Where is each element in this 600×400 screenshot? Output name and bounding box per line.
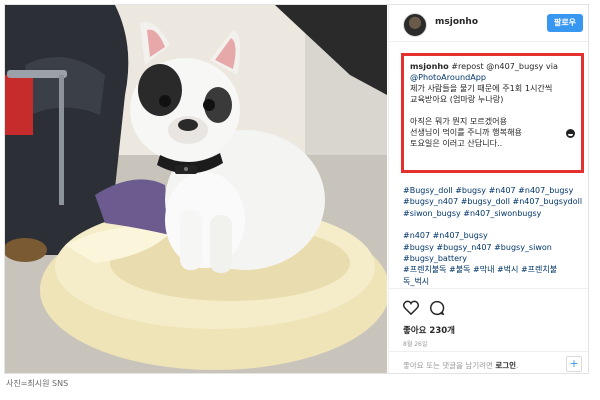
more-options-icon[interactable]: + xyxy=(566,356,582,372)
post-side-panel: msjonho 팔로우 msjonho #repost @n407_bugsy … xyxy=(388,5,588,373)
comment-prompt: 좋아요 또는 댓글을 남기려면 로그인. xyxy=(403,361,519,370)
hashtag-line[interactable]: #프렌치불독 #불독 #막내 #벅시 #프렌치불 xyxy=(403,264,583,275)
like-count[interactable]: 좋아요 230개 xyxy=(403,324,455,336)
caption-line-5: 아직은 뭐가 뭔지 모르겠어용 xyxy=(410,116,508,126)
post-actions: 좋아요 230개 8월 26일 좋아요 또는 댓글을 남기려면 로그인. + xyxy=(389,288,588,373)
photo-credit: 사진=최시원 SNS xyxy=(6,379,69,388)
post-photo xyxy=(5,5,387,373)
caption-line-1: msjonho #repost @n407_bugsy via xyxy=(410,61,575,72)
follow-button[interactable]: 팔로우 xyxy=(547,14,583,32)
comment-bar: 좋아요 또는 댓글을 남기려면 로그인. + xyxy=(389,351,588,373)
caption-line-4: 교육받아요 (엄마랑 누나랑) xyxy=(410,94,504,104)
heart-icon[interactable] xyxy=(402,300,420,319)
comment-icon[interactable] xyxy=(429,300,445,320)
login-link[interactable]: 로그인 xyxy=(495,361,516,370)
header-username[interactable]: msjonho xyxy=(435,17,478,27)
hashtag-line[interactable]: #n407 #n407_bugsy xyxy=(403,230,583,241)
caption-line-7: 토요일은 이러고 산답니다.. xyxy=(410,138,503,148)
caption-line-3: 제가 사람들을 물기 때문에 주1회 1시간씩 xyxy=(410,83,553,93)
hashtag-line[interactable]: #bugsy #bugsy_n407 #bugsy_siwon xyxy=(403,242,583,253)
hashtag-line[interactable]: #siwon_bugsy #n407_siwonbugsy xyxy=(403,208,583,219)
hashtag-line[interactable]: #bugsy_battery xyxy=(403,253,583,264)
caption-line-6: 선생님이 먹이를 주니까 행복해용 xyxy=(410,127,522,137)
smile-emoji-icon xyxy=(566,129,575,138)
caption-highlight-box: msjonho #repost @n407_bugsy via @PhotoAr… xyxy=(401,53,584,173)
hashtags: #Bugsy_doll #bugsy #n407 #n407_bugsy #bu… xyxy=(403,185,583,287)
caption-app-mention[interactable]: @PhotoAroundApp xyxy=(410,72,575,83)
caption-repost-text: #repost @n407_bugsy via xyxy=(448,61,558,71)
instagram-post: msjonho 팔로우 msjonho #repost @n407_bugsy … xyxy=(4,4,589,374)
caption-username[interactable]: msjonho xyxy=(410,61,449,71)
avatar[interactable] xyxy=(403,13,427,37)
hashtag-line[interactable]: 독_벅시 xyxy=(403,276,583,287)
post-date: 8월 26일 xyxy=(403,341,428,348)
dog-photo-illustration xyxy=(5,5,387,373)
hashtag-line[interactable]: #Bugsy_doll #bugsy #n407 #n407_bugsy xyxy=(403,185,583,196)
hashtag-line[interactable]: #bugsy_n407 #bugsy_doll #n407_bugsydoll xyxy=(403,196,583,207)
post-header: msjonho 팔로우 xyxy=(389,5,588,42)
